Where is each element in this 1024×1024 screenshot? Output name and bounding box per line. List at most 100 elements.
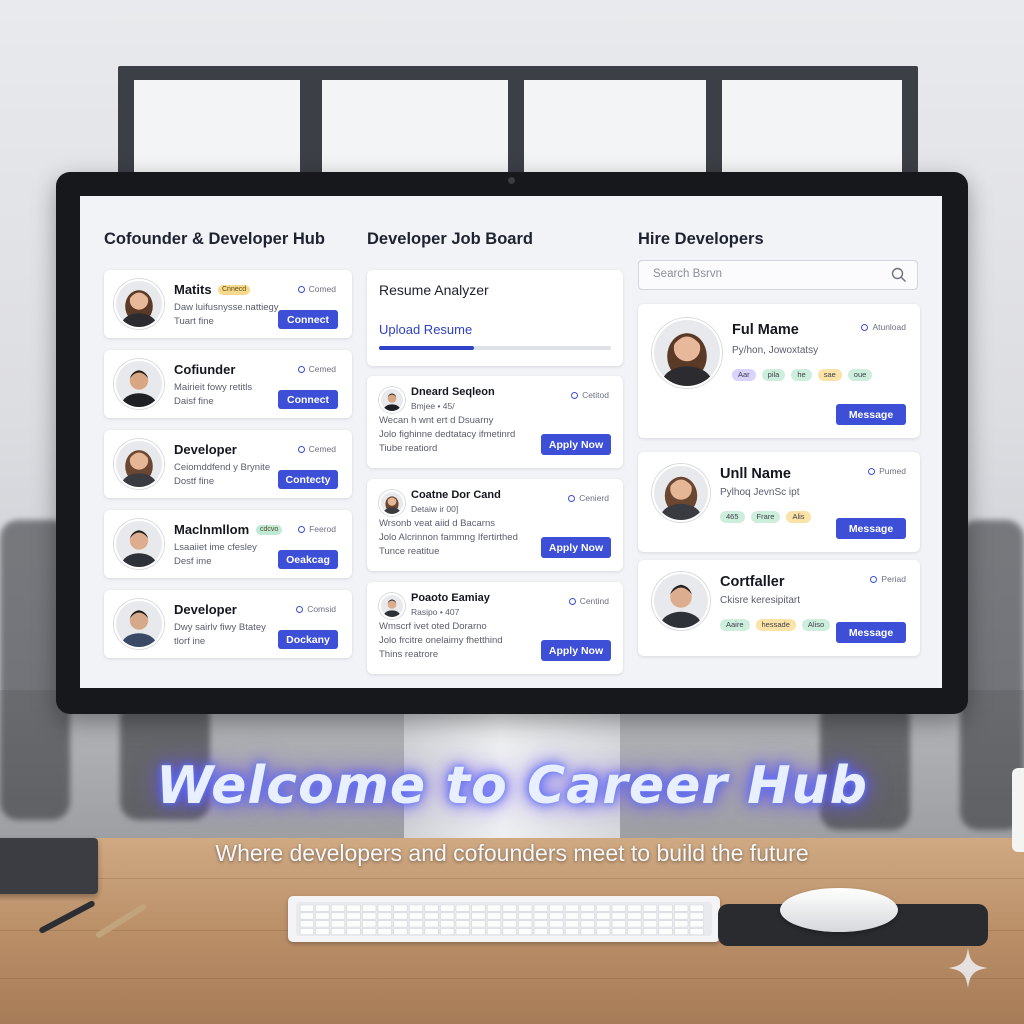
oeakcag-button[interactable]: Oeakcag — [278, 550, 338, 569]
connection-status: Cemed — [297, 364, 336, 374]
keyboard — [288, 896, 720, 942]
cofounder-card[interactable]: Matits Cnnecd Comed Daw luifusnysse.nattieg… — [104, 270, 352, 338]
developer-status: Atunload — [861, 322, 906, 332]
status-icon — [298, 526, 306, 533]
status-icon — [861, 324, 869, 331]
status-label: Feerod — [309, 524, 336, 534]
dockany-button[interactable]: Dockany — [278, 630, 338, 649]
job-description: Wecan h wnt ert d Dsuarny — [379, 415, 494, 426]
hero-title: Welcome to Career Hub — [156, 756, 868, 816]
company-avatar — [379, 387, 405, 413]
skill-tag: Alis — [786, 511, 811, 523]
developer-skills: Py/hon, Jowoxtatsy — [732, 345, 819, 356]
status-icon — [870, 576, 878, 583]
card-detail: Tuart fine — [174, 316, 214, 327]
monitor: Cofounder & Developer Hub Matits Cnnecd Co… — [56, 172, 968, 714]
cofounder-card[interactable]: Maclnmllom cdcvo Feerod Lsaaiiet ime cfesle… — [104, 510, 352, 578]
company-avatar — [379, 490, 405, 516]
status-label: Cemed — [308, 364, 336, 374]
developer-name: Cortfaller — [720, 574, 785, 590]
job-description: Thins reatrore — [379, 649, 439, 660]
connect-button[interactable]: Connect — [278, 390, 338, 409]
job-board-title: Developer Job Board — [367, 230, 533, 248]
card-detail: Mairieit fowy retitls — [174, 382, 253, 393]
status-label: Pumed — [879, 466, 906, 476]
job-title: Dneard Seqleon — [411, 386, 495, 398]
card-name: Maclnmllom — [174, 522, 250, 537]
message-button[interactable]: Message — [836, 404, 906, 425]
card-name: Matits — [174, 282, 212, 297]
upload-progress-bar — [379, 346, 611, 350]
status-icon — [868, 468, 876, 475]
status-icon — [568, 495, 576, 502]
job-description: Jolo Alcrinnon fammng Ifertirthed — [379, 532, 518, 543]
cofounder-card[interactable]: Cofiunder Cemed Mairieit fowy retitls Daisf… — [104, 350, 352, 418]
developer-status: Pumed — [868, 466, 906, 476]
status-icon — [297, 286, 305, 293]
developer-search-input[interactable]: Search Bsrvn — [638, 260, 918, 290]
cofounder-hub-title: Cofounder & Developer Hub — [104, 230, 325, 248]
job-status: Cenierd — [568, 493, 609, 503]
avatar — [114, 359, 164, 409]
status-badge: cdcvo — [256, 525, 283, 535]
card-detail: Desf ime — [174, 556, 212, 567]
job-meta: Bmjee • 45/ — [411, 401, 455, 411]
status-icon — [568, 598, 576, 605]
job-description: Wrsonb veat aiid d Bacarns — [379, 518, 495, 529]
job-card[interactable]: Dneard Seqleon Bmjee • 45/Cetitod Wecan h … — [367, 376, 623, 468]
job-description: Wmscrf ivet oted Dorarno — [379, 621, 487, 632]
apply-now-button[interactable]: Apply Now — [541, 434, 611, 455]
resume-analyzer-card: Resume Analyzer Upload Resume — [367, 270, 623, 366]
job-card[interactable]: Coatne Dor Cand Detaiw ir 00] Cenierd Wrson… — [367, 479, 623, 571]
developer-card[interactable]: Unll Name Pumed Pylhoq JevnSc ipt 465 Frare A… — [638, 452, 920, 552]
mouse — [780, 888, 898, 932]
skill-tag: sae — [817, 369, 842, 381]
skill-tags: Aar pila he sae oue — [732, 364, 878, 382]
hire-developers-title: Hire Developers — [638, 230, 764, 248]
status-label: Comed — [308, 284, 336, 294]
hero-subtitle: Where developers and cofounders meet to … — [215, 840, 809, 866]
upload-resume-link[interactable]: Upload Resume — [379, 322, 472, 337]
card-detail: Lsaaiiet ime cfesley — [174, 542, 257, 553]
card-detail: Dostf fine — [174, 476, 215, 487]
job-card[interactable]: Poaoto Eamiay Rasipo • 407 Centind Wmscrf i… — [367, 582, 623, 674]
status-label: Cenierd — [579, 493, 609, 503]
resume-analyzer-title: Resume Analyzer — [379, 282, 489, 298]
skill-tag: Aaire — [720, 619, 750, 631]
cofounder-card[interactable]: Developer Comsid Dwy sairlv fiwy Btatey tlo… — [104, 590, 352, 658]
card-name: Developer — [174, 442, 237, 457]
developer-skills: Ckisre keresipitart — [720, 595, 801, 606]
job-meta: Rasipo • 407 — [411, 607, 460, 617]
message-button[interactable]: Message — [836, 518, 906, 539]
apply-now-button[interactable]: Apply Now — [541, 640, 611, 661]
skill-tag: Frare — [750, 511, 781, 523]
developer-card[interactable]: Ful Mame Atunload Py/hon, Jowoxtatsy Aar pil… — [638, 304, 920, 438]
avatar — [114, 519, 164, 569]
card-name: Cofiunder — [174, 362, 236, 377]
status-label: Atunload — [872, 322, 906, 332]
developer-skills: Pylhoq JevnSc ipt — [720, 487, 800, 498]
card-detail: Ceiomddfend y Brynite — [174, 462, 271, 473]
developer-name: Ful Mame — [732, 322, 799, 338]
upload-progress-fill — [379, 346, 475, 350]
avatar — [652, 464, 710, 522]
job-title: Coatne Dor Cand — [411, 489, 501, 501]
job-status: Centind — [568, 596, 609, 606]
search-icon[interactable] — [891, 267, 907, 283]
skill-tag: he — [791, 369, 812, 381]
status-icon — [571, 392, 579, 399]
message-button[interactable]: Message — [836, 622, 906, 643]
status-label: Cetitod — [582, 390, 609, 400]
apply-now-button[interactable]: Apply Now — [541, 537, 611, 558]
connect-button[interactable]: Connect — [278, 310, 338, 329]
card-detail: Daisf fine — [174, 396, 214, 407]
skill-tag: Aliso — [801, 619, 831, 631]
contecty-button[interactable]: Contecty — [278, 470, 338, 489]
webcam — [508, 177, 515, 184]
job-description: Jolo fighinne dedtatacy ifmetinrd — [379, 429, 516, 440]
cofounder-card[interactable]: Developer Cemed Ceiomddfend y Brynite Dostf… — [104, 430, 352, 498]
job-description: Jolo frcitre onelaimy fhetthind — [379, 635, 503, 646]
developer-card[interactable]: Cortfaller Periad Ckisre keresipitart Aaire… — [638, 560, 920, 656]
avatar — [652, 318, 722, 388]
company-avatar — [379, 593, 405, 619]
